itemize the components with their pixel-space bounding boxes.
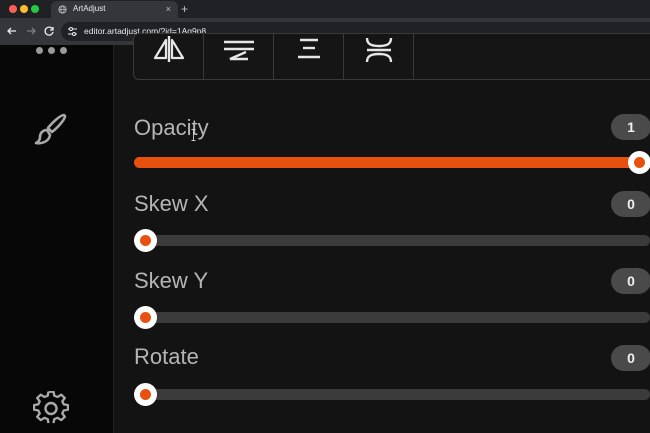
close-window-button[interactable] — [9, 5, 17, 13]
align-middle-button[interactable] — [204, 34, 274, 79]
sidebar — [0, 45, 114, 433]
back-arrow-icon[interactable] — [5, 24, 19, 38]
align-center-vertical-button[interactable] — [134, 34, 204, 79]
tab-close-button[interactable]: × — [166, 3, 171, 15]
align-middle-icon — [224, 40, 254, 61]
opacity-value-badge: 1 — [611, 114, 650, 140]
forward-arrow-icon[interactable] — [24, 24, 38, 38]
browser-window: ArtAdjust × + editor.artadjust.com/?id=1… — [0, 0, 650, 433]
text-cursor-icon — [191, 129, 196, 141]
globe-icon — [58, 5, 67, 14]
distribute-vertical-icon — [365, 37, 393, 63]
rotate-slider[interactable] — [134, 383, 650, 406]
skew-x-label: Skew X — [134, 191, 209, 216]
minimize-window-button[interactable] — [20, 5, 28, 13]
tab-title: ArtAdjust — [73, 4, 106, 13]
skew-x-value-badge: 0 — [611, 191, 650, 217]
alignment-toolbar — [133, 33, 650, 80]
distribute-horizontal-icon — [298, 38, 320, 59]
skew-y-slider[interactable] — [134, 306, 650, 329]
properties-panel: Opacity 1 Skew X 0 Skew Y 0 Rotate 0 — [114, 33, 650, 433]
skew-y-value-badge: 0 — [611, 268, 650, 294]
rotate-value-badge: 0 — [611, 345, 650, 371]
skew-y-label: Skew Y — [134, 268, 209, 293]
skew-x-slider-thumb[interactable] — [134, 229, 157, 252]
reload-icon[interactable] — [42, 24, 56, 38]
distribute-horizontal-button[interactable] — [274, 34, 344, 79]
skew-x-slider[interactable] — [134, 229, 650, 252]
site-settings-icon[interactable] — [67, 26, 78, 37]
opacity-slider-thumb[interactable] — [628, 151, 650, 174]
tab-strip: ArtAdjust × + — [0, 0, 650, 18]
maximize-window-button[interactable] — [31, 5, 39, 13]
opacity-label: Opacity — [134, 115, 209, 140]
rotate-slider-thumb[interactable] — [134, 383, 157, 406]
app-area: Opacity 1 Skew X 0 Skew Y 0 Rotate 0 — [0, 33, 650, 433]
opacity-slider[interactable] — [134, 151, 650, 174]
brush-icon[interactable] — [33, 111, 69, 147]
tab-artadjust[interactable]: ArtAdjust × — [51, 1, 178, 18]
gear-icon[interactable] — [33, 391, 69, 427]
align-center-vertical-icon — [153, 36, 185, 62]
distribute-vertical-button[interactable] — [344, 34, 414, 79]
skew-y-slider-thumb[interactable] — [134, 306, 157, 329]
rotate-label: Rotate — [134, 344, 199, 369]
new-tab-button[interactable]: + — [181, 1, 188, 17]
more-dots-icon[interactable] — [36, 47, 68, 55]
opacity-slider-fill — [134, 157, 639, 168]
